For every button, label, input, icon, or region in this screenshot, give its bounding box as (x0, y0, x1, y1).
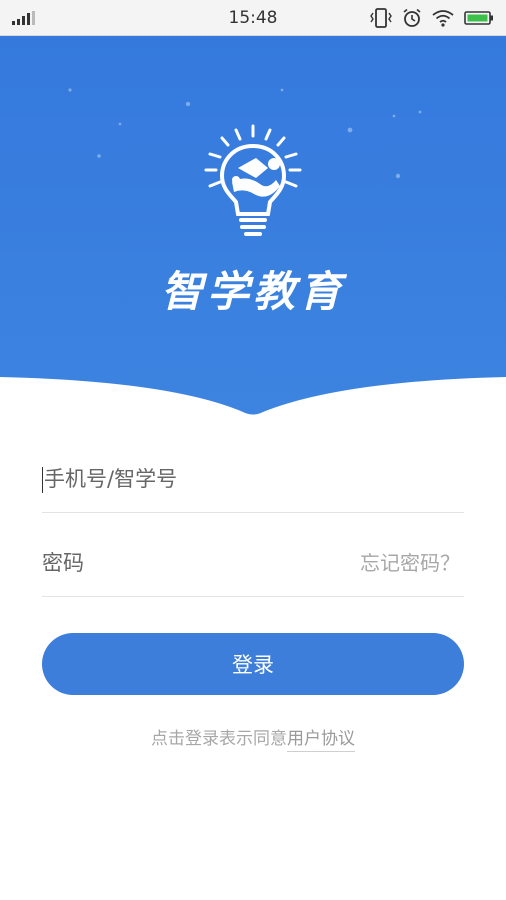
lightbulb-graduation-icon (204, 124, 302, 236)
user-agreement-link[interactable]: 用户协议 (287, 729, 355, 752)
forgot-password-link[interactable]: 忘记密码？ (360, 529, 460, 597)
agreement-text: 点击登录表示同意用户协议 (0, 724, 506, 752)
status-icons (370, 7, 494, 28)
login-form: 忘记密码？ (42, 445, 464, 597)
phone-field (42, 445, 464, 513)
brand-name: 智学教育 (160, 267, 345, 316)
text-caret (42, 467, 43, 493)
wifi-icon (432, 9, 454, 27)
battery-icon (464, 10, 493, 25)
phone-input[interactable] (42, 466, 464, 491)
brand-header: 智学教育 (0, 36, 506, 416)
password-field: 忘记密码？ (42, 529, 464, 597)
vibrate-icon (370, 7, 392, 28)
login-button[interactable]: 登录 (42, 633, 464, 695)
alarm-icon (403, 8, 421, 27)
signal-icon (12, 10, 72, 25)
status-bar (0, 0, 506, 36)
agreement-prefix: 点击登录表示同意 (151, 729, 287, 749)
